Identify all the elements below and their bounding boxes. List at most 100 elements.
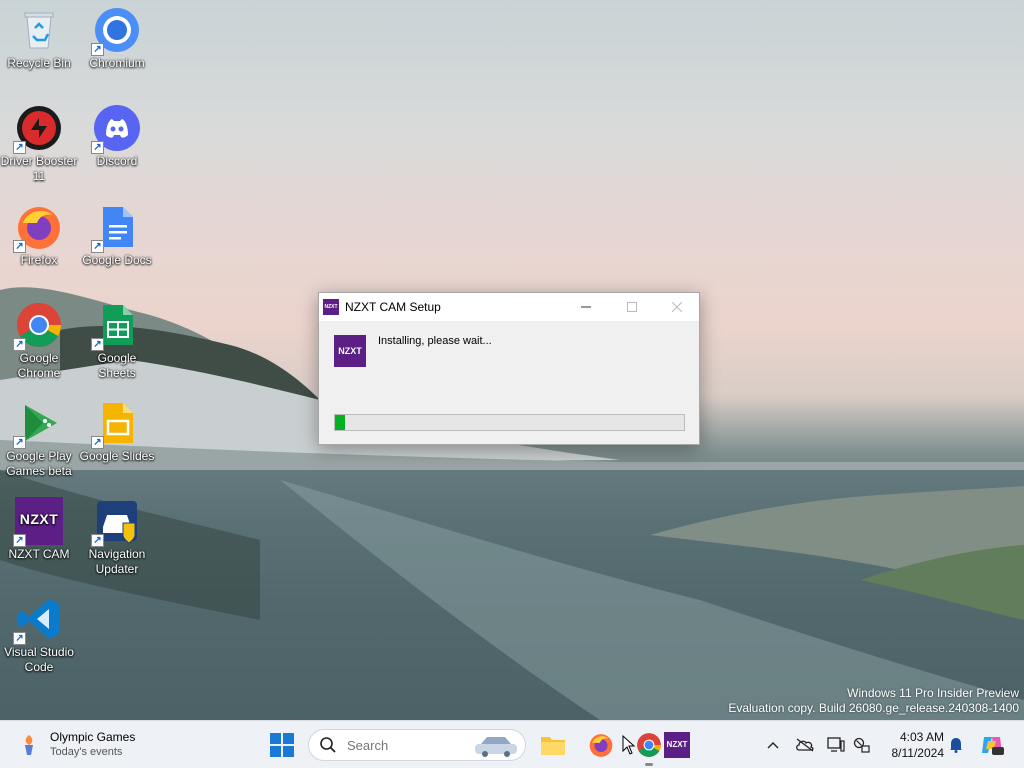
show-hidden-icons-button[interactable] xyxy=(762,721,784,769)
icon-label: Discord xyxy=(96,154,138,168)
firefox-icon xyxy=(589,734,613,757)
widget-title: Olympic Games xyxy=(50,730,136,744)
shortcut-arrow-icon: ↗ xyxy=(13,632,26,645)
shortcut-arrow-icon: ↗ xyxy=(91,141,104,154)
icon-label: Google Sheets xyxy=(97,351,137,380)
taskbar-file-explorer[interactable] xyxy=(533,721,573,769)
start-icon xyxy=(270,733,294,757)
nzxt-cam-icon: NZXT ↗ xyxy=(13,497,63,547)
icon-label: Driver Booster 11 xyxy=(0,154,78,183)
display-icon xyxy=(827,737,845,752)
icon-label: Navigation Updater xyxy=(88,547,146,576)
desktop-icon-google-play-games[interactable]: ↗ Google Play Games beta xyxy=(0,399,78,479)
file-explorer-icon xyxy=(541,737,565,755)
running-indicator xyxy=(645,763,653,766)
widget-subtitle: Today's events xyxy=(50,746,123,758)
icon-label: Google Slides xyxy=(79,449,155,463)
google-docs-icon: ↗ xyxy=(91,203,141,253)
shortcut-arrow-icon: ↗ xyxy=(13,240,26,253)
nzxt-app-icon: NZXT xyxy=(323,299,339,315)
maximize-icon xyxy=(627,302,637,312)
install-status-text: Installing, please wait... xyxy=(378,335,492,347)
desktop-icon-driver-booster[interactable]: ↗ Driver Booster 11 xyxy=(0,104,78,184)
shortcut-arrow-icon: ↗ xyxy=(13,534,26,547)
desktop-icon-nzxt-cam[interactable]: NZXT ↗ NZXT CAM xyxy=(0,497,78,562)
shortcut-arrow-icon: ↗ xyxy=(13,436,26,449)
nzxt-logo-text: NZXT xyxy=(19,511,59,527)
taskbar: Olympic Games Today's events Search NZXT… xyxy=(0,720,1024,768)
setup-window: NZXT NZXT CAM Setup NZXT Installing, ple… xyxy=(318,292,700,445)
icon-label: Google Docs xyxy=(82,253,152,267)
watermark-line-2: Evaluation copy. Build 26080.ge_release.… xyxy=(728,701,1019,715)
chromium-icon: ↗ xyxy=(91,6,141,56)
icon-label: Visual Studio Code xyxy=(4,645,74,674)
network-button[interactable] xyxy=(850,721,874,769)
search-highlight-icon xyxy=(475,737,517,757)
window-title: NZXT CAM Setup xyxy=(345,300,441,314)
discord-icon: ↗ xyxy=(91,104,141,154)
desktop: Recycle Bin ↗ Chromium ↗ Driver Booster … xyxy=(0,0,1024,720)
cloud-offline-icon xyxy=(796,738,814,752)
shortcut-arrow-icon: ↗ xyxy=(91,240,104,253)
maximize-button[interactable] xyxy=(609,293,655,321)
shortcut-arrow-icon: ↗ xyxy=(91,43,104,56)
watermark-line-1: Windows 11 Pro Insider Preview xyxy=(847,686,1019,700)
mouse-cursor-icon xyxy=(622,735,636,755)
desktop-icon-vscode[interactable]: ↗ Visual Studio Code xyxy=(0,595,78,675)
icon-label: Google Chrome xyxy=(17,351,61,380)
desktop-icon-google-slides[interactable]: ↗ Google Slides xyxy=(78,399,156,464)
widgets-button[interactable]: Olympic Games Today's events xyxy=(18,721,148,769)
shortcut-arrow-icon: ↗ xyxy=(13,141,26,154)
onedrive-status-button[interactable] xyxy=(792,721,818,769)
taskbar-firefox[interactable] xyxy=(581,721,621,769)
network-status-icon xyxy=(853,737,870,753)
desktop-icon-google-sheets[interactable]: ↗ Google Sheets xyxy=(78,301,156,381)
driver-booster-icon: ↗ xyxy=(13,104,63,154)
navigation-updater-icon: ↗ xyxy=(91,497,141,547)
progress-fill xyxy=(335,415,346,430)
minimize-icon xyxy=(581,306,591,308)
start-button[interactable] xyxy=(262,721,302,769)
shortcut-arrow-icon: ↗ xyxy=(91,338,104,351)
firefox-icon: ↗ xyxy=(13,203,63,253)
icon-label: Google Play Games beta xyxy=(6,449,72,478)
recycle-bin-icon xyxy=(15,6,63,54)
clock-date: 8/11/2024 xyxy=(891,746,945,760)
display-settings-button[interactable] xyxy=(824,721,848,769)
search-input[interactable] xyxy=(345,736,459,754)
minimize-button[interactable] xyxy=(563,293,609,321)
desktop-icon-recycle-bin[interactable]: Recycle Bin xyxy=(0,6,78,71)
shortcut-arrow-icon: ↗ xyxy=(91,534,104,547)
torch-icon xyxy=(25,735,33,755)
desktop-icon-discord[interactable]: ↗ Discord xyxy=(78,104,156,169)
desktop-icon-google-docs[interactable]: ↗ Google Docs xyxy=(78,203,156,268)
notifications-button[interactable] xyxy=(945,721,967,769)
nzxt-cam-icon: NZXT xyxy=(664,732,690,758)
shortcut-arrow-icon: ↗ xyxy=(91,436,104,449)
taskbar-search[interactable] xyxy=(308,729,526,761)
google-play-games-icon: ↗ xyxy=(13,399,63,449)
bell-icon xyxy=(950,738,962,753)
shortcut-arrow-icon: ↗ xyxy=(13,338,26,351)
google-slides-icon: ↗ xyxy=(91,399,141,449)
chevron-up-icon xyxy=(767,742,779,749)
clock-button[interactable]: 4:03 AM 8/11/2024 xyxy=(880,729,945,761)
close-icon xyxy=(672,302,682,312)
google-sheets-icon: ↗ xyxy=(91,301,141,351)
title-bar[interactable]: NZXT NZXT CAM Setup xyxy=(319,293,699,321)
desktop-icon-navigation-updater[interactable]: ↗ Navigation Updater xyxy=(78,497,156,577)
taskbar-nzxt-cam[interactable]: NZXT xyxy=(657,721,697,769)
widget-text: Olympic Games Today's events xyxy=(50,730,135,760)
icon-label: Chromium xyxy=(89,56,145,70)
chrome-icon: ↗ xyxy=(13,301,63,351)
copilot-button[interactable] xyxy=(978,721,1006,769)
icon-label: Recycle Bin xyxy=(7,56,71,70)
desktop-icon-google-chrome[interactable]: ↗ Google Chrome xyxy=(0,301,78,381)
copilot-icon xyxy=(982,737,1004,755)
desktop-icon-firefox[interactable]: ↗ Firefox xyxy=(0,203,78,268)
icon-label: NZXT CAM xyxy=(8,547,70,561)
vscode-icon: ↗ xyxy=(13,595,63,645)
clock-time: 4:03 AM xyxy=(899,730,944,744)
close-button[interactable] xyxy=(654,293,700,321)
desktop-icon-chromium[interactable]: ↗ Chromium xyxy=(78,6,156,71)
